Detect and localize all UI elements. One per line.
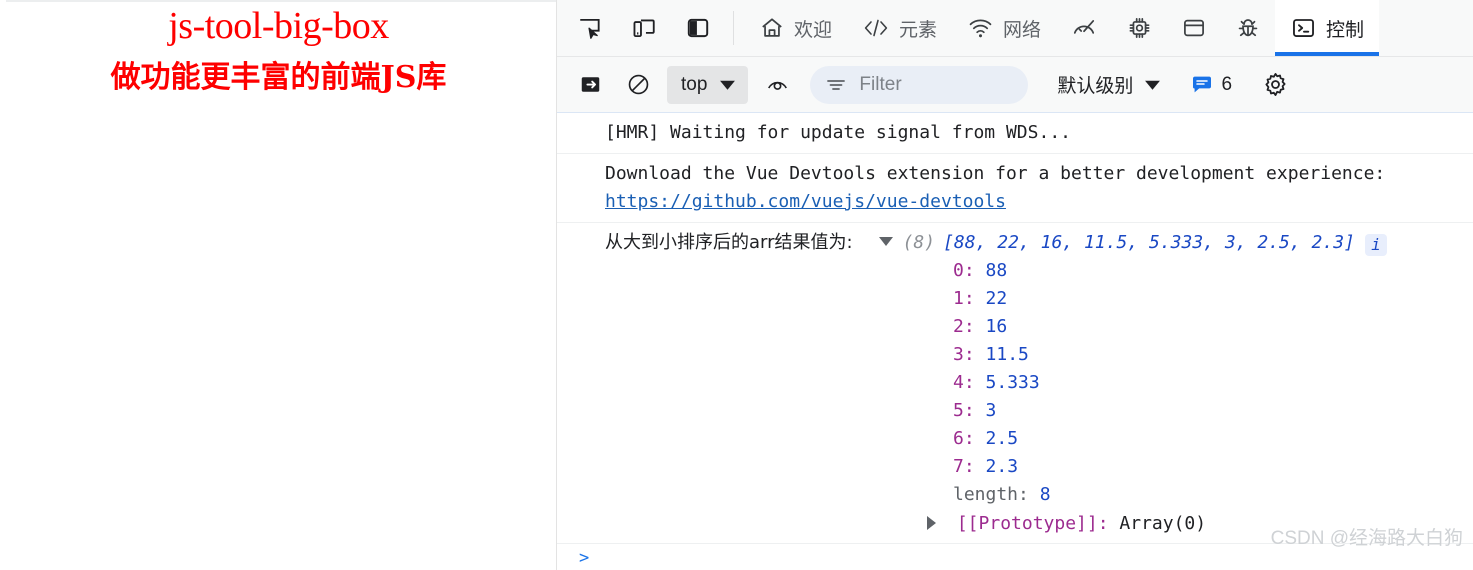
console-prompt-caret: > bbox=[579, 548, 590, 568]
screenshot-root: js-tool-big-box 做功能更丰富的前端JS库 欢迎 元素 网络 控制… bbox=[0, 0, 1473, 570]
console-context-value: top bbox=[681, 73, 708, 95]
live-expression-eye-icon[interactable] bbox=[758, 66, 796, 104]
tab-welcome[interactable]: 欢迎 bbox=[744, 0, 847, 56]
web-page-viewport: js-tool-big-box 做功能更丰富的前端JS库 bbox=[0, 0, 557, 570]
array-item-3-value: 11.5 bbox=[985, 344, 1029, 365]
console-message-count[interactable]: 6 bbox=[1191, 74, 1232, 96]
array-item-4-value: 5.333 bbox=[985, 372, 1040, 393]
home-icon bbox=[759, 15, 785, 41]
dock-side-icon[interactable] bbox=[679, 9, 717, 47]
vue-devtools-link[interactable]: https://github.com/vuejs/vue-devtools bbox=[605, 191, 1006, 212]
devtools-tabstrip: 欢迎 元素 网络 控制 bbox=[557, 0, 1473, 57]
code-brackets-icon bbox=[862, 15, 890, 41]
console-message-count-value: 6 bbox=[1221, 73, 1233, 95]
console-message-list[interactable]: [HMR] Waiting for update signal from WDS… bbox=[557, 113, 1473, 570]
message-bubble-icon bbox=[1191, 75, 1213, 95]
devtools-tool-icons bbox=[557, 0, 717, 56]
array-item-5: 5: 3 bbox=[953, 400, 997, 421]
array-item-1-value: 22 bbox=[985, 288, 1008, 309]
tab-memory[interactable] bbox=[1112, 0, 1167, 56]
array-length-count: (8) bbox=[902, 232, 936, 253]
array-prototype-key: [[Prototype]]: bbox=[956, 513, 1109, 534]
tab-console[interactable]: 控制 bbox=[1275, 0, 1380, 56]
tab-elements[interactable]: 元素 bbox=[847, 0, 952, 56]
chevron-down-icon bbox=[1144, 79, 1161, 91]
array-prototype-value: Array(0) bbox=[1119, 513, 1207, 534]
console-terminal-icon bbox=[1290, 15, 1317, 41]
collapse-triangle-icon[interactable] bbox=[927, 516, 936, 530]
page-subtitle: 做功能更丰富的前端JS库 bbox=[110, 60, 447, 95]
array-item-2-value: 16 bbox=[985, 316, 1008, 337]
array-item-0-value: 88 bbox=[985, 260, 1008, 281]
chevron-down-icon bbox=[719, 79, 736, 91]
tab-application[interactable] bbox=[1167, 0, 1221, 56]
array-item-2-key: 2 bbox=[953, 316, 964, 337]
array-length-value: 8 bbox=[1039, 484, 1051, 505]
bug-icon bbox=[1235, 15, 1261, 41]
devtools-tabs: 欢迎 元素 网络 控制 bbox=[744, 0, 1473, 56]
array-length-row: length: 8 bbox=[953, 481, 1473, 509]
console-message-hmr[interactable]: [HMR] Waiting for update signal from WDS… bbox=[557, 113, 1473, 154]
tab-performance[interactable] bbox=[1056, 0, 1112, 56]
console-settings-button[interactable] bbox=[1262, 71, 1289, 98]
application-storage-icon bbox=[1181, 15, 1207, 41]
array-result-head: 从大到小排序后的arr结果值为: (8) [88, 22, 16, 11.5, … bbox=[605, 229, 1473, 257]
array-item-6: 6: 2.5 bbox=[953, 428, 1019, 449]
csdn-watermark: CSDN @经海路大白狗 bbox=[1270, 528, 1463, 549]
tabstrip-divider bbox=[733, 11, 734, 45]
console-level-select[interactable]: 默认级别 bbox=[1053, 66, 1165, 104]
page-title: js-tool-big-box bbox=[168, 5, 389, 47]
tab-elements-label: 元素 bbox=[899, 19, 938, 41]
performance-gauge-icon bbox=[1070, 15, 1098, 41]
array-item-3: 3: 11.5 bbox=[953, 344, 1029, 365]
filter-icon bbox=[826, 77, 846, 93]
console-message-array-result[interactable]: 从大到小排序后的arr结果值为: (8) [88, 22, 16, 11.5, … bbox=[557, 223, 1473, 544]
array-item-1: 1: 22 bbox=[953, 288, 1008, 309]
array-preview: [88, 22, 16, 11.5, 5.333, 3, 2.5, 2.3] bbox=[943, 232, 1355, 253]
array-item-5-value: 3 bbox=[985, 400, 997, 421]
array-item-7-value: 2.3 bbox=[985, 456, 1019, 477]
console-filter-placeholder: Filter bbox=[859, 73, 902, 95]
gear-icon bbox=[1262, 71, 1289, 98]
tab-network-label: 网络 bbox=[1003, 19, 1042, 41]
inspect-element-icon[interactable] bbox=[571, 9, 609, 47]
array-item-3-key: 3 bbox=[953, 344, 964, 365]
memory-chip-icon bbox=[1126, 15, 1153, 41]
console-sidebar-icon[interactable] bbox=[571, 66, 609, 104]
array-item-2: 2: 16 bbox=[953, 316, 1008, 337]
tab-welcome-label: 欢迎 bbox=[794, 19, 833, 41]
console-toolbar: top Filter 默认级别 6 bbox=[557, 57, 1473, 113]
array-item-6-key: 6 bbox=[953, 428, 964, 449]
array-item-4: 4: 5.333 bbox=[953, 372, 1040, 393]
devtools-panel: 欢迎 元素 网络 控制 top Filter 默认级别 6 [HMR] Wait… bbox=[557, 0, 1473, 570]
array-item-4-key: 4 bbox=[953, 372, 964, 393]
tab-sources-debugger[interactable] bbox=[1221, 0, 1275, 56]
array-length-key: length: bbox=[953, 484, 1029, 505]
clear-console-icon[interactable] bbox=[619, 66, 657, 104]
array-item-6-value: 2.5 bbox=[985, 428, 1019, 449]
array-property-list: 0: 88 1: 22 2: 16 3: 11.5 4: 5.333 5: 3 … bbox=[605, 257, 1473, 509]
console-message-vue-devtools[interactable]: Download the Vue Devtools extension for … bbox=[557, 154, 1473, 223]
console-message-vue-devtools-text: Download the Vue Devtools extension for … bbox=[605, 163, 1386, 184]
expand-triangle-icon[interactable] bbox=[878, 237, 893, 246]
console-filter-input[interactable]: Filter bbox=[810, 65, 1029, 104]
array-item-7: 7: 2.3 bbox=[953, 456, 1019, 477]
console-context-select[interactable]: top bbox=[667, 65, 749, 104]
array-result-label: 从大到小排序后的arr结果值为: bbox=[605, 232, 853, 253]
array-item-7-key: 7 bbox=[953, 456, 964, 477]
tab-network[interactable]: 网络 bbox=[952, 0, 1056, 56]
array-item-1-key: 1 bbox=[953, 288, 964, 309]
tab-console-label: 控制 bbox=[1326, 19, 1365, 41]
console-level-value: 默认级别 bbox=[1057, 76, 1134, 97]
info-badge-icon[interactable]: i bbox=[1364, 234, 1387, 256]
array-item-0-key: 0 bbox=[953, 260, 964, 281]
wifi-icon bbox=[967, 15, 994, 41]
array-item-0: 0: 88 bbox=[953, 260, 1008, 281]
array-item-5-key: 5 bbox=[953, 400, 964, 421]
device-toolbar-icon[interactable] bbox=[625, 9, 663, 47]
page-top-divider bbox=[6, 0, 556, 2]
